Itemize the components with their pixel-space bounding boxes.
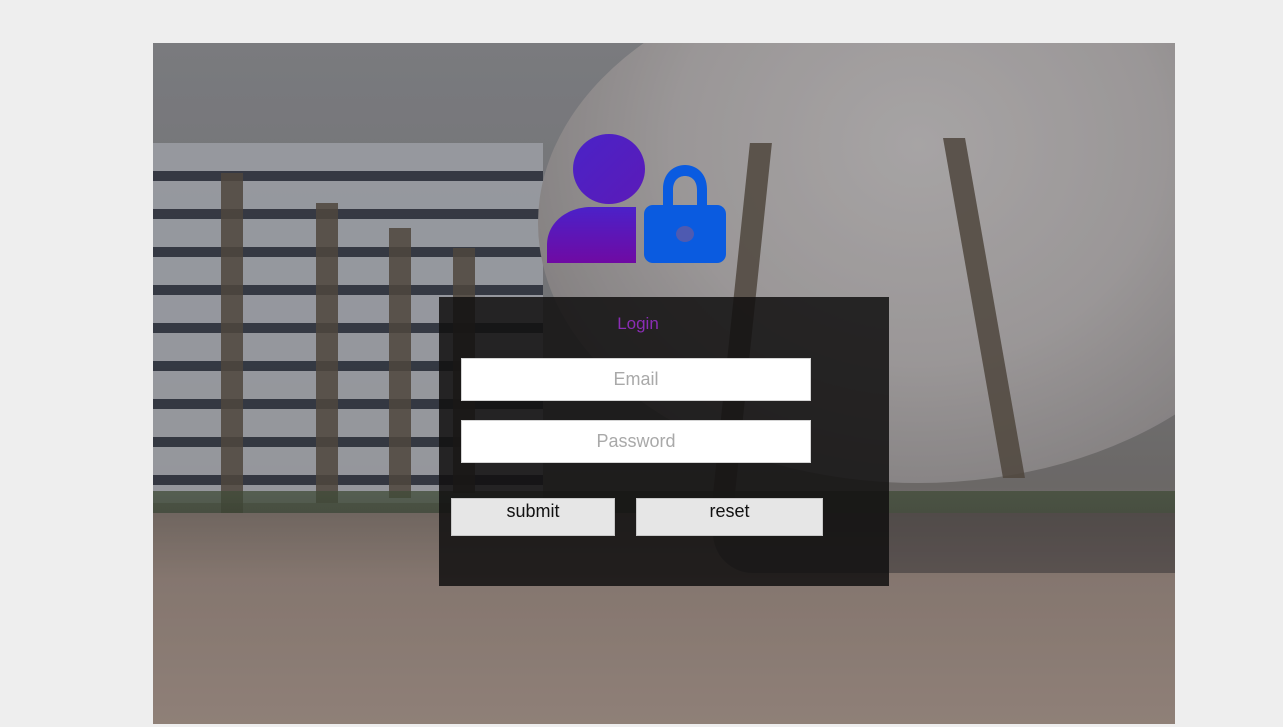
login-title: Login (617, 314, 659, 333)
user-lock-icon (547, 134, 726, 263)
email-input[interactable] (461, 358, 811, 401)
login-backdrop: Login submit reset (153, 43, 1175, 724)
submit-button[interactable]: submit (451, 498, 615, 536)
password-input[interactable] (461, 420, 811, 463)
reset-button[interactable]: reset (636, 498, 823, 536)
login-panel: Login submit reset (439, 297, 889, 586)
